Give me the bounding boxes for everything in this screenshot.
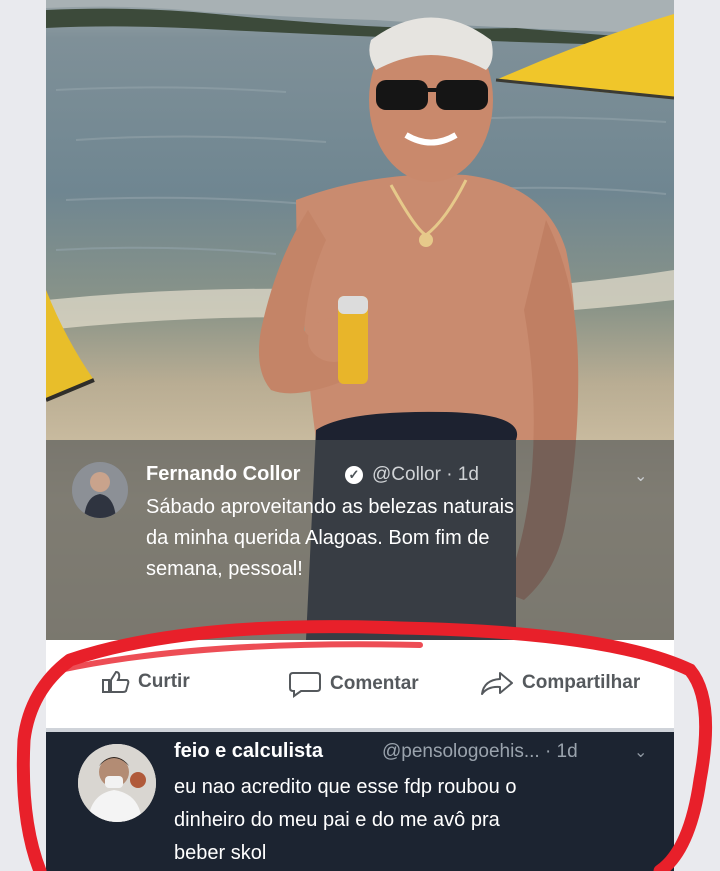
tweet-text: Sábado aproveitando as belezas naturais …	[146, 492, 636, 585]
chevron-down-icon[interactable]: ⌄	[634, 742, 647, 762]
reply-author-avatar[interactable]	[78, 744, 156, 822]
tweet-text-line: da minha querida Alagoas. Bom fim de	[146, 527, 490, 549]
thumbs-up-icon	[102, 670, 130, 693]
tweet-author-name[interactable]: Fernando Collor	[146, 463, 300, 486]
comment-label: Comentar	[330, 673, 419, 694]
chevron-down-icon[interactable]: ⌄	[634, 466, 647, 486]
tweet-author-handle[interactable]: @Collor · 1d	[372, 464, 479, 486]
tweet-text-line: Sábado aproveitando as belezas naturais	[146, 496, 515, 518]
speech-bubble-icon	[289, 672, 321, 698]
share-button[interactable]: Compartilhar	[480, 670, 640, 696]
verified-badge-icon: ✓	[345, 466, 363, 484]
reply-text-line: dinheiro do meu pai e do me avô pra	[174, 809, 500, 831]
reply-author-handle[interactable]: @pensologoehis... · 1d	[382, 741, 578, 763]
comment-button[interactable]: Comentar	[288, 670, 419, 698]
reply-author-name[interactable]: feio e calculista	[174, 740, 323, 763]
reply-text-line: eu nao acredito que esse fdp roubou o	[174, 776, 517, 798]
share-label: Compartilhar	[522, 672, 641, 693]
tweet-author-avatar[interactable]	[72, 462, 128, 518]
share-arrow-icon	[481, 672, 513, 695]
reply-text: eu nao acredito que esse fdp roubou o di…	[174, 771, 644, 870]
reply-text-line: beber skol	[174, 842, 267, 864]
like-button[interactable]: Curtir	[100, 670, 190, 694]
like-label: Curtir	[138, 671, 190, 692]
tweet-text-line: semana, pessoal!	[146, 558, 303, 580]
